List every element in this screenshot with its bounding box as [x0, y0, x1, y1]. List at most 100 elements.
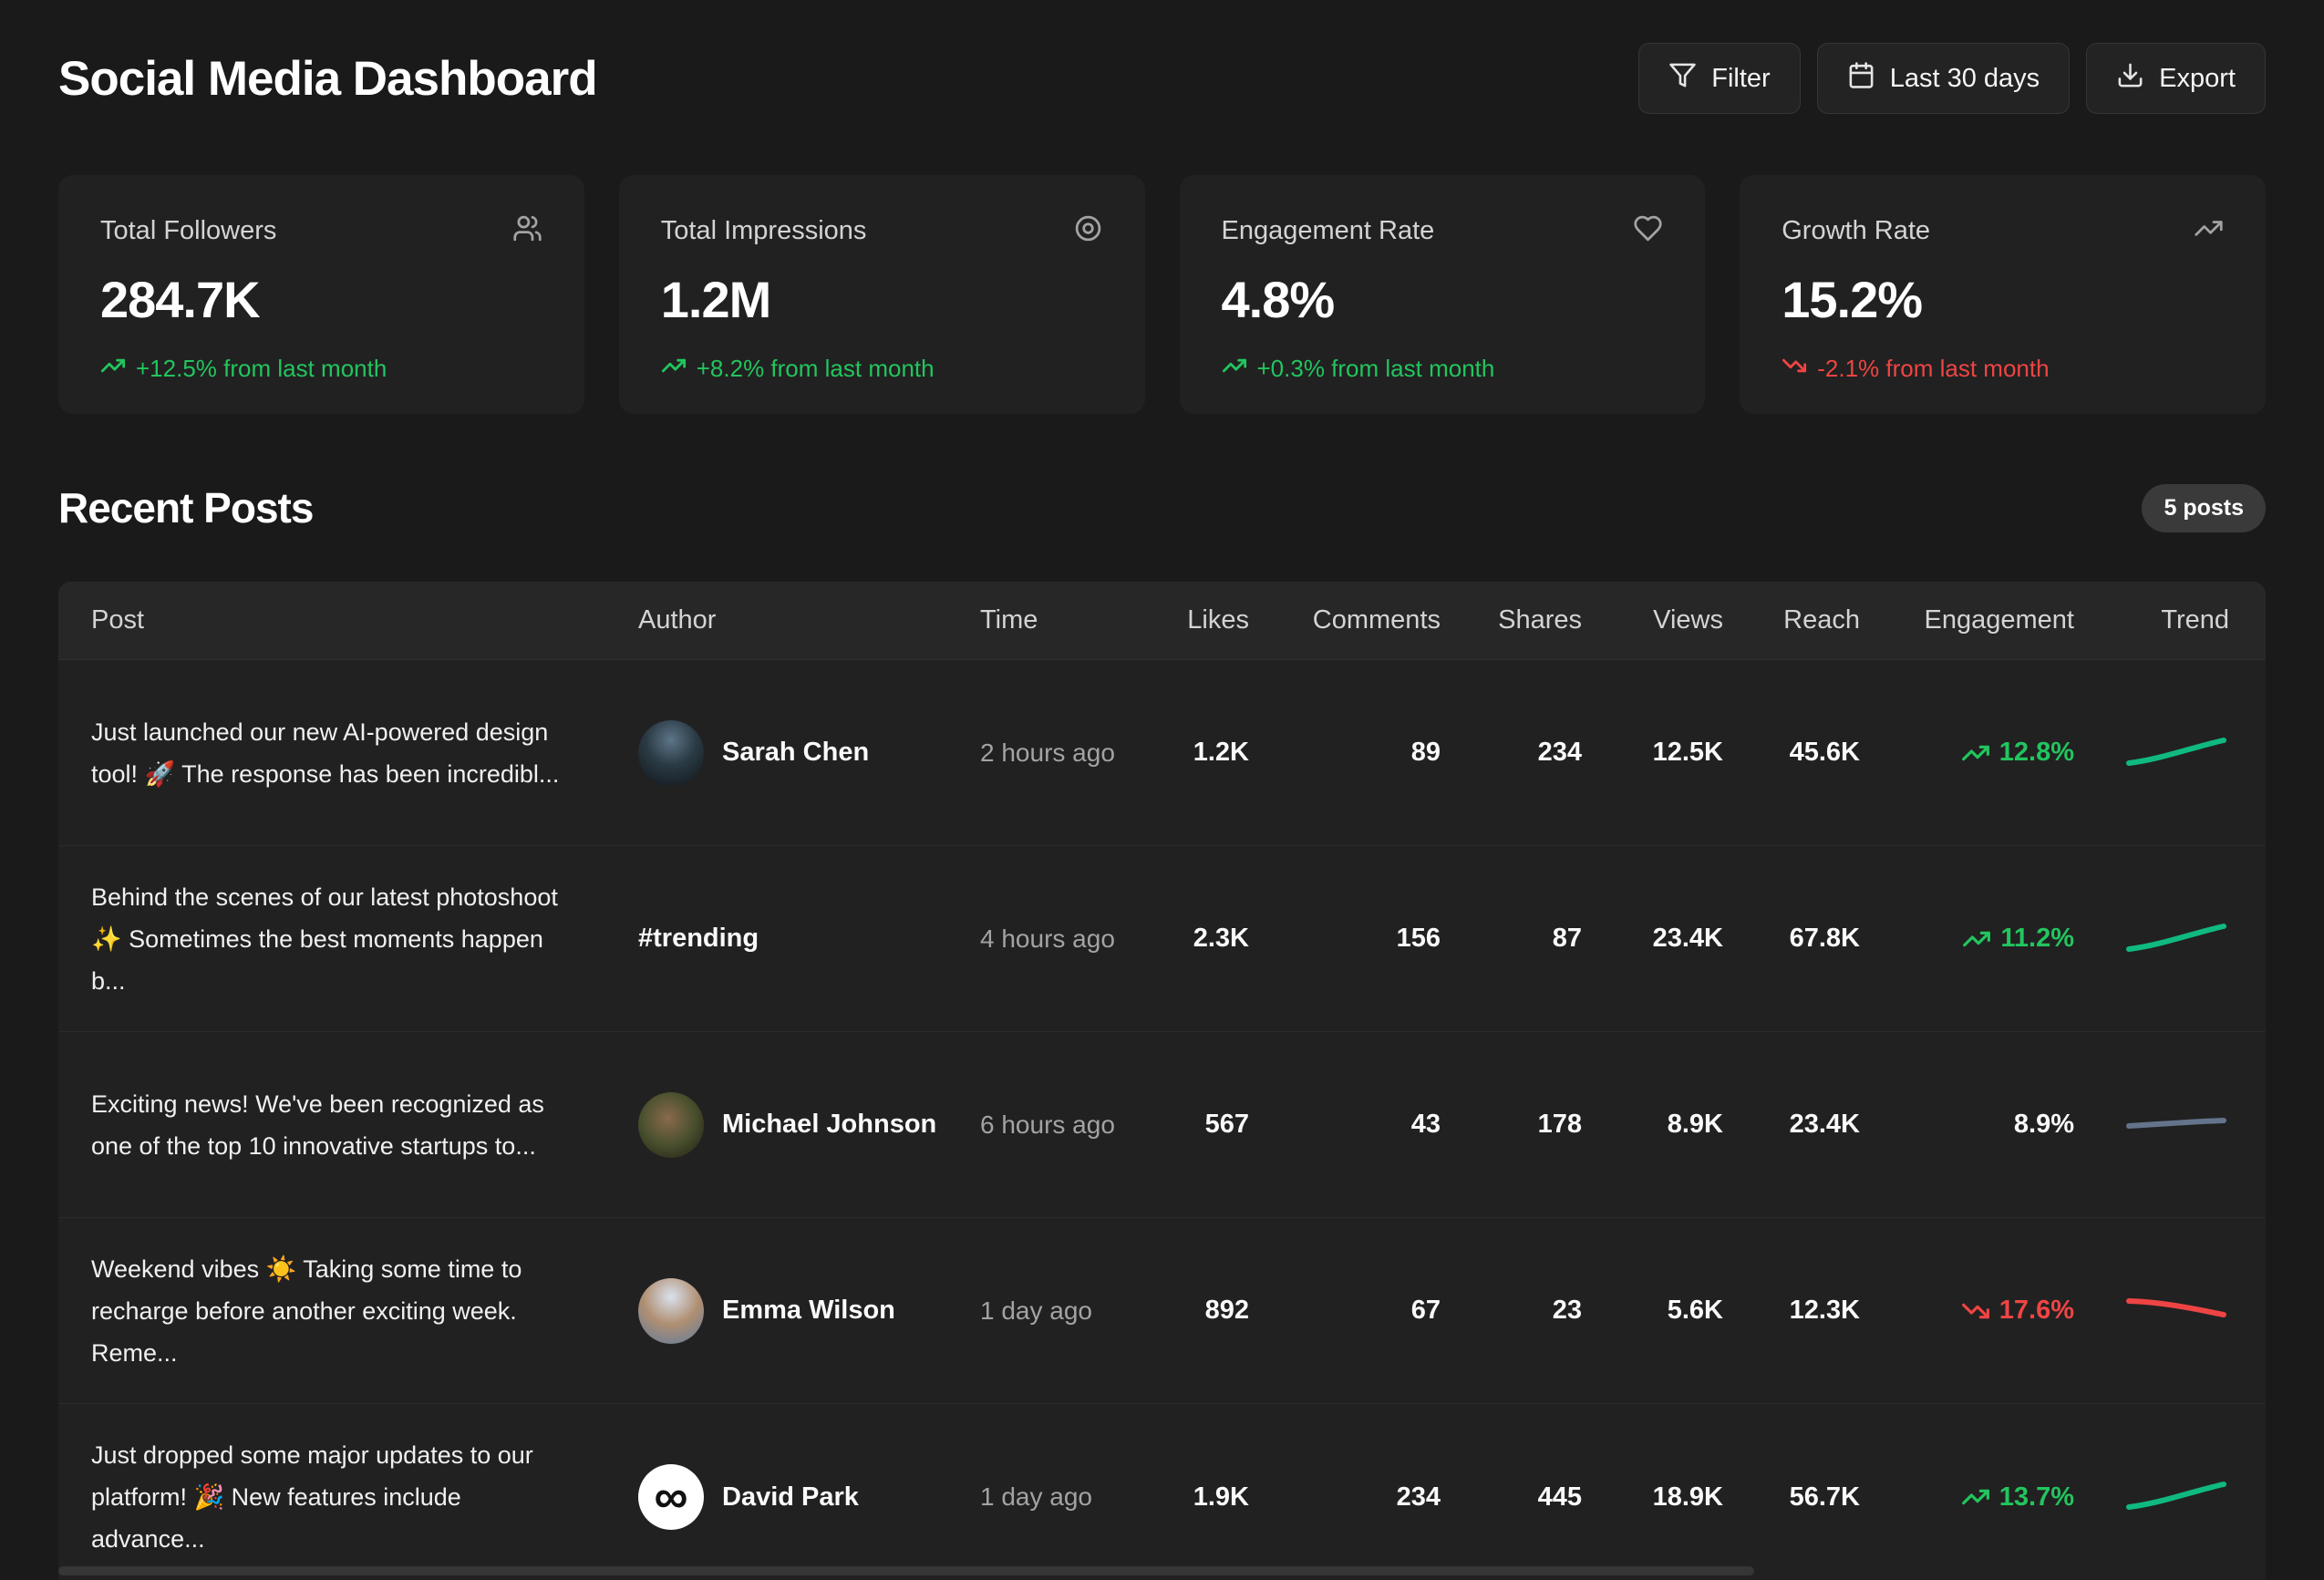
trend-sparkline — [2074, 1476, 2229, 1518]
stat-delta-text: +8.2% from last month — [697, 355, 935, 383]
engagement-cell: 12.8% — [1860, 738, 2074, 768]
shares-value: 87 — [1441, 924, 1582, 954]
page-title: Social Media Dashboard — [58, 51, 597, 107]
author-cell: Sarah Chen — [638, 720, 980, 786]
stat-cards: Total Followers 284.7K +12.5% from last … — [58, 175, 2266, 414]
stat-value: 1.2M — [661, 270, 1103, 329]
column-header-trend: Trend — [2074, 605, 2229, 635]
column-header-engagement: Engagement — [1860, 605, 2074, 635]
author-name: Emma Wilson — [722, 1296, 895, 1326]
stat-card-growth-rate: Growth Rate 15.2% -2.1% from last month — [1740, 175, 2266, 414]
post-count-badge[interactable]: 5 posts — [2142, 484, 2266, 532]
engagement-cell: 13.7% — [1860, 1482, 2074, 1513]
post-time: 4 hours ago — [980, 924, 1131, 954]
avatar: ∞ — [638, 1464, 704, 1530]
likes-value: 892 — [1131, 1296, 1249, 1326]
likes-value: 567 — [1131, 1110, 1249, 1140]
engagement-value: 11.2% — [2000, 924, 2074, 954]
toolbar: Filter Last 30 days Export — [1638, 43, 2266, 114]
column-header-comments: Comments — [1249, 605, 1441, 635]
stat-card-total-followers: Total Followers 284.7K +12.5% from last … — [58, 175, 584, 414]
stat-delta: +12.5% from last month — [100, 353, 542, 385]
topbar: Social Media Dashboard Filter Last 30 da… — [58, 40, 2266, 117]
calendar-icon — [1847, 61, 1875, 97]
dashboard-page: Social Media Dashboard Filter Last 30 da… — [0, 0, 2324, 1580]
author-name: David Park — [722, 1482, 859, 1513]
reach-value: 23.4K — [1723, 1110, 1860, 1140]
post-time: 1 day ago — [980, 1296, 1131, 1326]
stat-delta: -2.1% from last month — [1782, 353, 2224, 385]
recent-posts-title: Recent Posts — [58, 483, 313, 532]
post-time: 1 day ago — [980, 1482, 1131, 1512]
views-value: 18.9K — [1582, 1482, 1723, 1513]
author-name: Michael Johnson — [722, 1110, 936, 1140]
author-cell: Michael Johnson — [638, 1092, 980, 1158]
reach-value: 56.7K — [1723, 1482, 1860, 1513]
views-value: 23.4K — [1582, 924, 1723, 954]
trending-up-icon — [2194, 213, 2224, 248]
shares-value: 23 — [1441, 1296, 1582, 1326]
stat-delta-text: +12.5% from last month — [136, 355, 387, 383]
stat-label: Engagement Rate — [1222, 216, 1435, 246]
download-icon — [2116, 61, 2144, 97]
post-text: Just dropped some major updates to our p… — [91, 1434, 588, 1560]
stat-delta: +0.3% from last month — [1222, 353, 1664, 385]
shares-value: 178 — [1441, 1110, 1582, 1140]
shares-value: 234 — [1441, 738, 1582, 768]
date-range-label: Last 30 days — [1890, 64, 2040, 94]
stat-label: Growth Rate — [1782, 216, 1930, 246]
stat-delta-text: -2.1% from last month — [1817, 355, 2049, 383]
author-cell: #trending — [638, 924, 980, 954]
stat-delta: +8.2% from last month — [661, 353, 1103, 385]
likes-value: 1.9K — [1131, 1482, 1249, 1513]
trend-sparkline — [2074, 1290, 2229, 1332]
trending-up-icon — [1961, 738, 1990, 768]
export-button[interactable]: Export — [2086, 43, 2266, 114]
reach-value: 45.6K — [1723, 738, 1860, 768]
table-row: Just launched our new AI-powered design … — [58, 660, 2266, 846]
stat-value: 284.7K — [100, 270, 542, 329]
filter-icon — [1668, 61, 1697, 97]
column-header-author: Author — [638, 605, 980, 635]
trend-sparkline — [2074, 1104, 2229, 1146]
engagement-value: 13.7% — [1999, 1482, 2074, 1513]
comments-value: 43 — [1249, 1110, 1441, 1140]
comments-value: 234 — [1249, 1482, 1441, 1513]
likes-value: 2.3K — [1131, 924, 1249, 954]
post-text: Weekend vibes ☀️ Taking some time to rec… — [91, 1248, 588, 1374]
post-text: Exciting news! We've been recognized as … — [91, 1083, 588, 1167]
recent-posts-header: Recent Posts 5 posts — [58, 483, 2266, 532]
trending-up-icon — [100, 353, 126, 385]
trending-down-icon — [1961, 1296, 1990, 1326]
avatar — [638, 1278, 704, 1344]
table-header-row: Post Author Time Likes Comments Shares V… — [58, 582, 2266, 660]
trending-up-icon — [1222, 353, 1247, 385]
horizontal-scrollbar[interactable] — [58, 1566, 1754, 1575]
engagement-value: 17.6% — [1999, 1296, 2074, 1326]
likes-value: 1.2K — [1131, 738, 1249, 768]
comments-value: 89 — [1249, 738, 1441, 768]
column-header-shares: Shares — [1441, 605, 1582, 635]
column-header-reach: Reach — [1723, 605, 1860, 635]
trending-down-icon — [1782, 353, 1807, 385]
shares-value: 445 — [1441, 1482, 1582, 1513]
heart-icon — [1633, 213, 1663, 248]
avatar — [638, 720, 704, 786]
column-header-post: Post — [91, 605, 638, 635]
reach-value: 12.3K — [1723, 1296, 1860, 1326]
views-value: 8.9K — [1582, 1110, 1723, 1140]
author-cell: Emma Wilson — [638, 1278, 980, 1344]
reach-value: 67.8K — [1723, 924, 1860, 954]
post-time: 2 hours ago — [980, 738, 1131, 768]
stat-value: 4.8% — [1222, 270, 1664, 329]
engagement-cell: 17.6% — [1860, 1296, 2074, 1326]
filter-button[interactable]: Filter — [1638, 43, 1800, 114]
date-range-button[interactable]: Last 30 days — [1817, 43, 2070, 114]
views-value: 12.5K — [1582, 738, 1723, 768]
table-row: Weekend vibes ☀️ Taking some time to rec… — [58, 1218, 2266, 1404]
comments-value: 156 — [1249, 924, 1441, 954]
engagement-cell: 11.2% — [1860, 924, 2074, 954]
post-time: 6 hours ago — [980, 1110, 1131, 1140]
table-row: Exciting news! We've been recognized as … — [58, 1032, 2266, 1218]
column-header-likes: Likes — [1131, 605, 1249, 635]
